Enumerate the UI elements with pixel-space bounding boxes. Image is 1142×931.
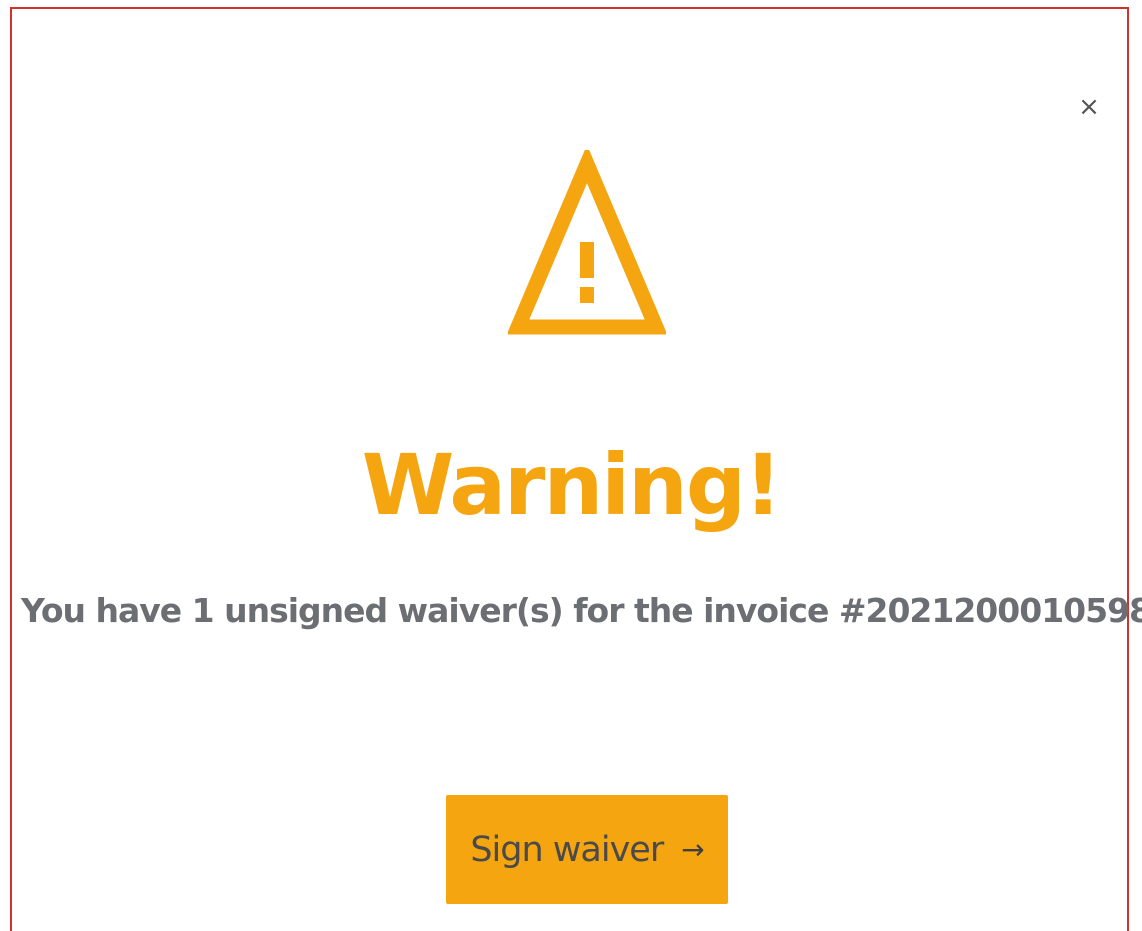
sign-waiver-button[interactable]: Sign waiver → bbox=[446, 795, 728, 904]
dialog-message: You have 1 unsigned waiver(s) for the in… bbox=[21, 591, 1142, 630]
warning-triangle-icon bbox=[508, 150, 666, 335]
dialog-title: Warning! bbox=[361, 436, 783, 534]
close-icon[interactable]: × bbox=[1078, 92, 1100, 122]
sign-waiver-label: Sign waiver bbox=[470, 829, 664, 870]
arrow-right-icon: → bbox=[681, 833, 704, 866]
close-button[interactable]: × bbox=[1077, 92, 1101, 122]
